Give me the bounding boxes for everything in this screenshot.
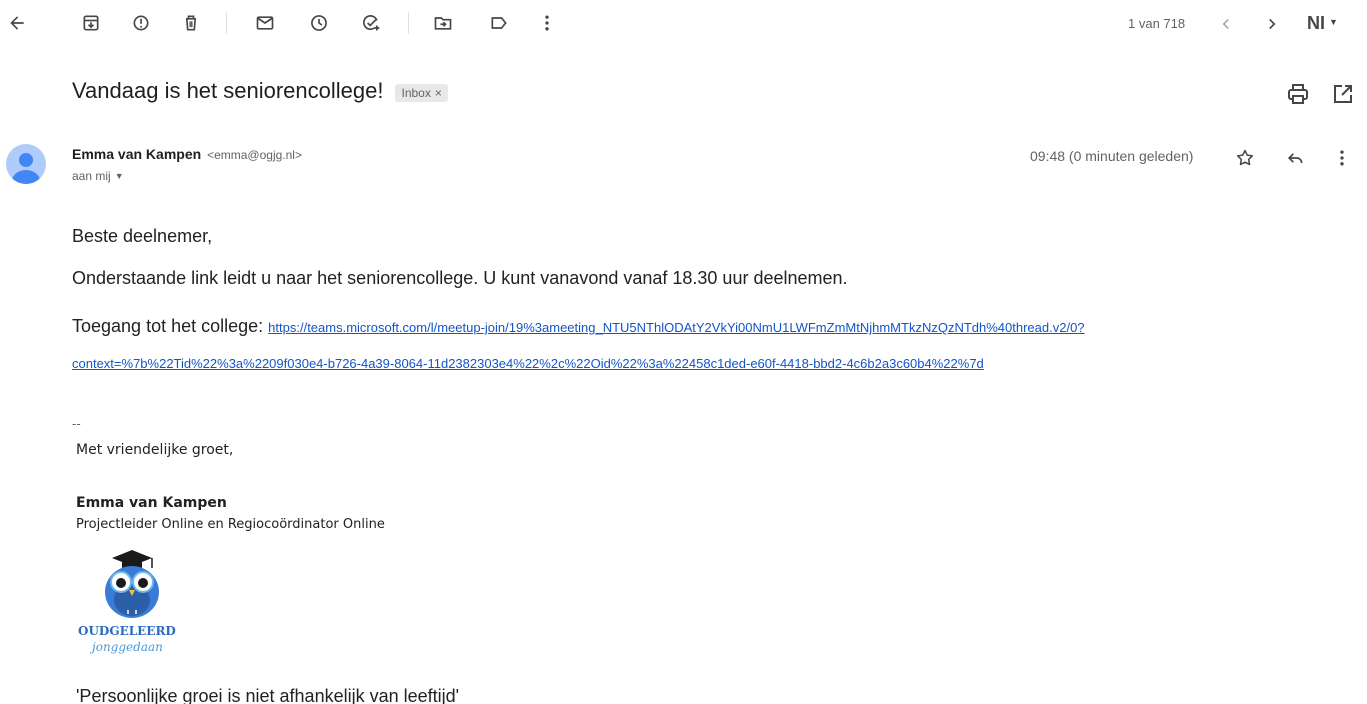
recipient-details-toggle[interactable]: aan mij ▼	[72, 169, 124, 183]
avatar-body	[12, 170, 40, 184]
subject-row: Vandaag is het seniorencollege! Inbox ×	[72, 78, 448, 104]
delete-icon[interactable]	[178, 10, 204, 36]
arrow-left-icon[interactable]	[4, 10, 30, 36]
language-label: NI	[1307, 13, 1325, 33]
signature-quote: 'Persoonlijke groei is niet afhankelijk …	[76, 686, 460, 704]
more-vert-icon[interactable]	[1330, 146, 1354, 170]
pager-count: 1 van 718	[1128, 16, 1186, 31]
move-to-icon[interactable]	[430, 10, 456, 36]
message-timestamp: 09:48 (0 minuten geleden)	[1030, 148, 1194, 164]
recipient-label: aan mij	[72, 169, 111, 183]
remove-label-icon[interactable]: ×	[435, 86, 442, 100]
access-line: Toegang tot het college: https://teams.m…	[72, 316, 1085, 337]
toolbar-divider	[226, 12, 227, 34]
archive-icon[interactable]	[78, 10, 104, 36]
signature-role: Projectleider Online en Regiocoördinator…	[76, 517, 385, 532]
access-label: Toegang tot het college:	[72, 316, 264, 336]
avatar-head	[19, 153, 33, 167]
snooze-icon[interactable]	[306, 10, 332, 36]
owl-logo	[105, 550, 159, 618]
chevron-left-icon[interactable]	[1214, 12, 1238, 36]
print-icon[interactable]	[1286, 82, 1310, 106]
toolbar-divider	[408, 12, 409, 34]
meeting-link[interactable]: https://teams.microsoft.com/l/meetup-joi…	[268, 320, 1084, 335]
body-paragraph: Onderstaande link leidt u naar het senio…	[72, 268, 848, 288]
email-view: 1 van 718 NI ▼ Vandaag is het seniorenco…	[0, 0, 1367, 704]
body-greeting: Beste deelnemer,	[72, 226, 213, 246]
label-icon[interactable]	[486, 10, 512, 36]
email-subject: Vandaag is het seniorencollege!	[72, 78, 384, 103]
add-task-icon[interactable]	[358, 10, 384, 36]
open-in-new-window-icon[interactable]	[1331, 82, 1355, 106]
sender-avatar[interactable]	[6, 144, 46, 184]
input-language-button[interactable]: NI ▼	[1307, 13, 1338, 34]
logo-tagline: jonggedaan	[92, 640, 163, 654]
chevron-right-icon[interactable]	[1260, 12, 1284, 36]
signature-closing: Met vriendelijke groet,	[76, 442, 234, 458]
report-spam-icon[interactable]	[128, 10, 154, 36]
sender-line: Emma van Kampen <emma@ogjg.nl>	[72, 146, 302, 162]
signature-name: Emma van Kampen	[76, 495, 227, 511]
reply-icon[interactable]	[1283, 146, 1307, 170]
access-line-2: context=%7b%22Tid%22%3a%2209f030e4-b726-…	[72, 352, 984, 373]
signature-separator: --	[72, 416, 81, 431]
sender-name[interactable]: Emma van Kampen	[72, 146, 201, 162]
more-vert-icon[interactable]	[534, 10, 560, 36]
meeting-link-continued[interactable]: context=%7b%22Tid%22%3a%2209f030e4-b726-…	[72, 356, 984, 371]
logo-wordmark: OUDGELEERD	[78, 624, 176, 638]
label-text: Inbox	[401, 85, 431, 100]
star-icon[interactable]	[1233, 146, 1257, 170]
caret-down-icon: ▼	[114, 171, 124, 181]
inbox-label-chip[interactable]: Inbox ×	[395, 83, 448, 102]
toolbar: 1 van 718 NI ▼	[0, 0, 1367, 48]
sender-email: <emma@ogjg.nl>	[207, 148, 302, 162]
caret-down-icon: ▼	[1329, 16, 1338, 27]
mark-unread-icon[interactable]	[252, 10, 278, 36]
